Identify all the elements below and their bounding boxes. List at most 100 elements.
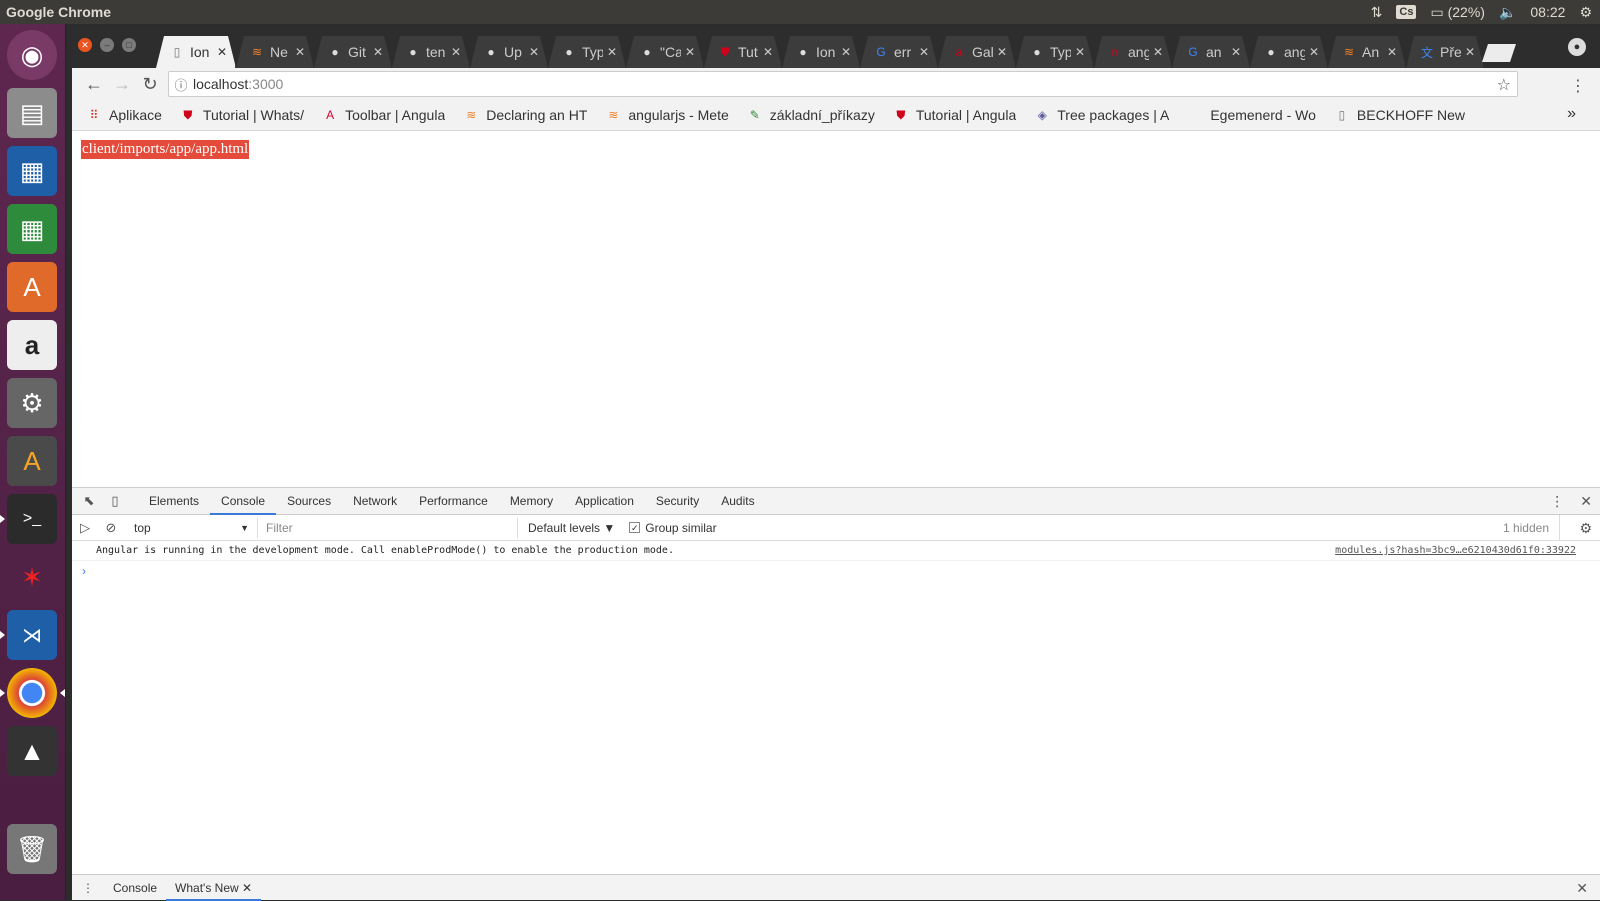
chrome-icon[interactable] (0, 668, 65, 718)
console-prompt[interactable]: › (72, 561, 1600, 581)
tab-close-icon[interactable]: ✕ (1309, 45, 1319, 59)
browser-tab[interactable]: n ang ✕ (1094, 36, 1172, 68)
terminal-icon[interactable]: >_ (0, 494, 57, 544)
devtools-tab-network[interactable]: Network (342, 488, 408, 515)
tab-close-icon[interactable]: ✕ (217, 45, 227, 59)
network-icon[interactable]: ⇅ (1371, 4, 1383, 21)
game-icon[interactable]: ✶ (7, 552, 57, 602)
writer-icon[interactable]: ▦ (7, 146, 57, 196)
browser-tab[interactable]: ● "Ca ✕ (626, 36, 704, 68)
bookmark-item[interactable]: ≋ angularjs - Mete (605, 107, 728, 123)
browser-tab[interactable]: Gan ✕ (1172, 36, 1250, 68)
drawer-close-icon[interactable]: ✕ (1576, 875, 1588, 901)
tab-close-icon[interactable]: ✕ (685, 45, 695, 59)
tab-close-icon[interactable]: ✕ (1231, 45, 1241, 59)
tab-close-icon[interactable]: ✕ (919, 45, 929, 59)
browser-tab[interactable]: ▯ Ion ✕ (156, 36, 236, 68)
close-window-button[interactable]: ✕ (78, 38, 92, 52)
devtools-tab-sources[interactable]: Sources (276, 488, 342, 515)
bookmarks-overflow-button[interactable]: » (1567, 105, 1576, 123)
tab-close-icon[interactable]: ✕ (451, 45, 461, 59)
profile-icon[interactable]: ● (1568, 38, 1586, 56)
minimize-window-button[interactable]: – (100, 38, 114, 52)
forward-icon[interactable]: → (108, 74, 136, 95)
devtools-tab-audits[interactable]: Audits (710, 488, 765, 515)
site-info-icon[interactable]: ⓘ (169, 75, 193, 94)
browser-tab[interactable]: ● Ion ✕ (782, 36, 860, 68)
devtools-tab-performance[interactable]: Performance (408, 488, 499, 515)
devtools-tab-security[interactable]: Security (645, 488, 710, 515)
address-bar[interactable]: ⓘ localhost:3000 ☆ (168, 71, 1518, 97)
browser-tab[interactable]: ≋ An ✕ (1328, 36, 1406, 68)
device-toolbar-icon[interactable]: ▯ (102, 493, 128, 509)
calc-icon[interactable]: ▦ (7, 204, 57, 254)
console-filter-input[interactable]: Filter (258, 517, 518, 538)
devtools-close-icon[interactable]: ✕ (1580, 488, 1592, 515)
tab-close-icon[interactable]: ✕ (373, 45, 383, 59)
sidebar-toggle-icon[interactable]: ▷ (72, 520, 98, 536)
keyboard-layout-indicator[interactable]: Cs (1396, 5, 1417, 19)
maximize-window-button[interactable]: □ (122, 38, 136, 52)
bookmark-item[interactable]: ✎ základní_příkazy (747, 107, 875, 123)
browser-tab[interactable]: ⛊ Tut ✕ (704, 36, 782, 68)
inkscape-icon[interactable]: ▲ (7, 726, 57, 776)
tab-close-icon[interactable]: ✕ (997, 45, 1007, 59)
new-tab-button[interactable] (1482, 44, 1516, 62)
bookmark-item[interactable]: ▯ BECKHOFF New (1334, 107, 1465, 123)
vscode-icon[interactable]: ⋊ (0, 610, 57, 660)
devtools-menu-icon[interactable]: ⋮ (1550, 488, 1564, 515)
browser-tab[interactable]: Gerr ✕ (860, 36, 938, 68)
bookmark-item[interactable]: ⠿ Aplikace (86, 107, 162, 123)
browser-tab[interactable]: ● Typ ✕ (1016, 36, 1094, 68)
tab-close-icon[interactable]: ✕ (1387, 45, 1397, 59)
browser-tab[interactable]: a Gal ✕ (938, 36, 1016, 68)
browser-tab[interactable]: 文 Pře ✕ (1406, 36, 1484, 68)
back-icon[interactable]: ← (80, 74, 108, 95)
ubuntu-dash-icon[interactable]: ◉ (7, 30, 57, 80)
drawer-menu-icon[interactable]: ⋮ (72, 881, 104, 895)
drawer-tab-console[interactable]: Console (104, 875, 166, 901)
devtools-tab-application[interactable]: Application (564, 488, 645, 515)
system-settings-icon[interactable]: ⚙ (7, 378, 57, 428)
inkscape-a-icon[interactable]: A (7, 436, 57, 486)
tab-close-icon[interactable]: ✕ (1153, 45, 1163, 59)
devtools-tab-console[interactable]: Console (210, 488, 277, 515)
tab-close-icon[interactable]: ✕ (1075, 45, 1085, 59)
reload-icon[interactable]: ↻ (136, 74, 164, 95)
amazon-icon[interactable]: a (7, 320, 57, 370)
console-message-source-link[interactable]: modules.js?hash=3bc9…e6210430d61f0:33922 (1335, 545, 1576, 556)
tab-close-icon[interactable]: ✕ (529, 45, 539, 59)
console-settings-icon[interactable]: ⚙ (1579, 515, 1592, 541)
bookmark-item[interactable]: A Toolbar | Angula (322, 107, 445, 123)
clear-console-icon[interactable]: ⊘ (98, 520, 124, 536)
drawer-tab-whats-new[interactable]: What's New ✕ (166, 875, 262, 901)
bookmark-item[interactable]: Egemenerd - Wo (1187, 107, 1316, 123)
checkbox-icon[interactable]: ✓ (629, 522, 641, 533)
log-levels-dropdown[interactable]: Default levels ▼ (528, 521, 615, 535)
devtools-tab-memory[interactable]: Memory (499, 488, 564, 515)
bookmark-item[interactable]: ≋ Declaring an HT (463, 107, 587, 123)
browser-tab[interactable]: ● ten ✕ (392, 36, 470, 68)
tab-close-icon[interactable]: ✕ (763, 45, 773, 59)
clock[interactable]: 08:22 (1530, 4, 1565, 20)
tab-close-icon[interactable]: ✕ (841, 45, 851, 59)
browser-tab[interactable]: ● ang ✕ (1250, 36, 1328, 68)
battery-indicator[interactable]: ▭ (22%) (1430, 4, 1484, 21)
browser-tab[interactable]: ● Git ✕ (314, 36, 392, 68)
bookmark-item[interactable]: ◈ Tree packages | A (1034, 107, 1170, 123)
browser-tab[interactable]: ≋ Ne ✕ (236, 36, 314, 68)
context-selector[interactable]: top ▼ (128, 517, 258, 538)
group-similar-toggle[interactable]: ✓ Group similar (629, 521, 717, 535)
browser-tab[interactable]: ● Typ ✕ (548, 36, 626, 68)
tab-close-icon[interactable]: ✕ (607, 45, 617, 59)
browser-tab[interactable]: ● Up ✕ (470, 36, 548, 68)
trash-icon[interactable]: 🗑 (7, 824, 57, 874)
devtools-tab-elements[interactable]: Elements (138, 488, 210, 515)
chrome-menu-icon[interactable]: ⋮ (1570, 76, 1586, 96)
volume-icon[interactable]: 🔈 (1499, 4, 1516, 21)
tab-close-icon[interactable]: ✕ (295, 45, 305, 59)
bookmark-item[interactable]: ⛊ Tutorial | Whats/ (180, 107, 304, 123)
software-center-icon[interactable]: A (7, 262, 57, 312)
settings-gear-icon[interactable]: ⚙ (1579, 4, 1592, 21)
inspect-element-icon[interactable]: ⬉ (76, 493, 102, 509)
